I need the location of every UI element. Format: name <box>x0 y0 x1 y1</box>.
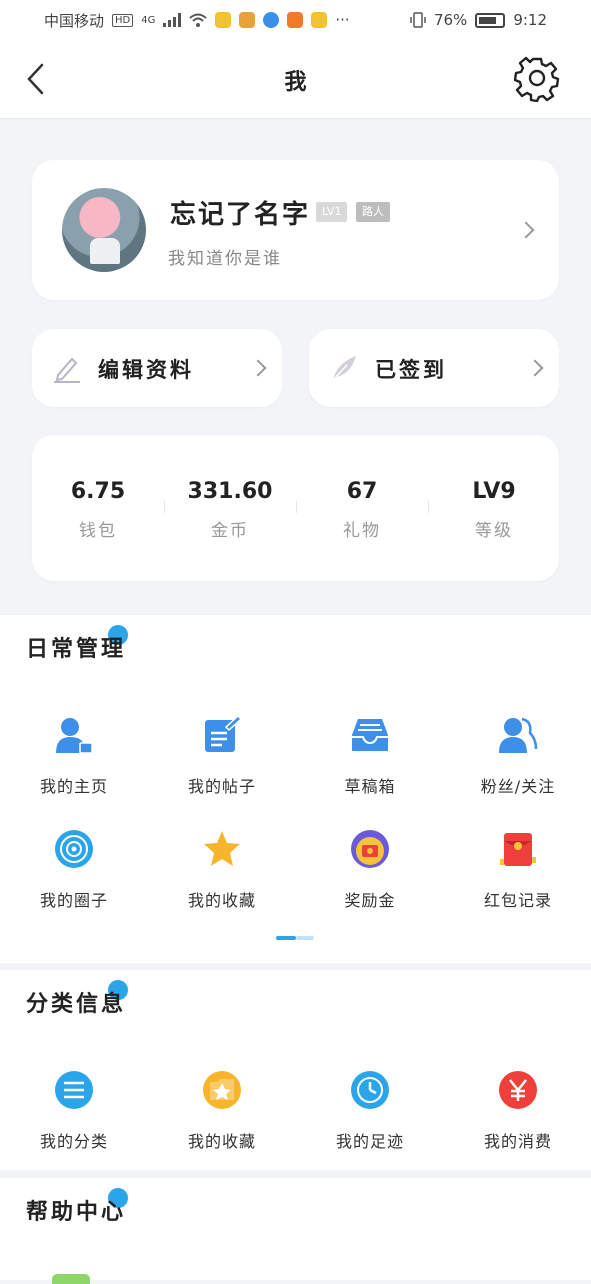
drafts-button[interactable]: 草稿箱 <box>296 715 444 797</box>
grid-label: 我的分类 <box>39 1132 108 1151</box>
wifi-icon <box>189 13 208 27</box>
yen-icon <box>499 1071 537 1109</box>
top-nav-bar: 我 <box>0 40 591 119</box>
help-center-section: 帮助中心 <box>0 1178 591 1284</box>
battery-percent: 76% <box>433 11 468 29</box>
stat-label: 钱包 <box>79 521 117 541</box>
stat-label: 金币 <box>211 521 249 541</box>
my-homepage-button[interactable]: 我的主页 <box>0 715 148 797</box>
my-spending-button[interactable]: 我的消费 <box>444 1070 591 1152</box>
grid-label: 草稿箱 <box>344 777 396 796</box>
weibo-app-icon <box>215 12 232 28</box>
star-folder-icon <box>203 1071 241 1109</box>
chevron-right-icon <box>517 221 535 239</box>
circle-target-icon <box>55 830 93 868</box>
role-tag: 路人 <box>356 202 390 222</box>
edit-profile-button[interactable]: 编辑资料 <box>32 329 282 407</box>
browser-app-icon <box>263 12 280 28</box>
grid-label: 我的圈子 <box>39 891 108 910</box>
grid-label: 我的消费 <box>483 1132 552 1151</box>
stat-value: 6.75 <box>70 479 126 504</box>
user-card-icon <box>56 718 93 754</box>
section-title: 日常管理 <box>26 637 127 662</box>
followers-button[interactable]: 粉丝/关注 <box>444 715 591 797</box>
status-bar: 中国移动 HD 4G ··· 76% 9:12 <box>0 0 591 40</box>
grid-label: 奖励金 <box>344 891 396 910</box>
feather-icon <box>332 356 356 381</box>
stat-value: LV9 <box>472 479 516 504</box>
status-left: 中国移动 HD 4G ··· <box>44 10 350 31</box>
page-title: 我 <box>284 70 307 95</box>
grid-label: 粉丝/关注 <box>480 777 556 796</box>
avatar[interactable] <box>62 188 146 272</box>
battery-icon <box>475 12 506 28</box>
stat-gifts[interactable]: 67 礼物 <box>296 479 428 541</box>
grid-label: 红包记录 <box>483 891 552 910</box>
profile-card[interactable]: 忘记了名字 LV1 路人 我知道你是谁 <box>32 160 559 300</box>
my-category-button[interactable]: 我的分类 <box>0 1070 148 1152</box>
checkin-button[interactable]: 已签到 <box>309 329 559 407</box>
signal-icon <box>163 13 182 27</box>
page-indicator <box>276 936 314 940</box>
star-icon <box>204 831 240 866</box>
reward-button[interactable]: 奖励金 <box>296 829 444 911</box>
level-tag: LV1 <box>316 202 348 222</box>
followers-icon <box>499 717 538 753</box>
grid-label: 我的帖子 <box>187 777 256 796</box>
pencil-icon <box>54 357 80 383</box>
more-notifications: ··· <box>335 11 350 29</box>
stat-value: 331.60 <box>187 479 273 504</box>
my-posts-button[interactable]: 我的帖子 <box>148 714 296 797</box>
my-favorites-button[interactable]: 我的收藏 <box>148 829 296 911</box>
stats-card: 6.75 钱包 331.60 金币 67 礼物 LV9 等级 <box>32 435 559 581</box>
checkin-label: 已签到 <box>375 358 447 382</box>
grid-label: 我的足迹 <box>335 1132 404 1151</box>
app-notification-icon <box>239 12 256 28</box>
carrier-label: 中国移动 <box>44 11 105 30</box>
red-envelope-icon <box>500 833 536 866</box>
username: 忘记了名字 <box>170 200 311 230</box>
edit-profile-label: 编辑资料 <box>98 358 194 382</box>
chevron-right-icon <box>249 359 267 377</box>
help-item-icon[interactable] <box>52 1274 90 1284</box>
list-icon <box>55 1071 93 1109</box>
category-favorites-button[interactable]: 我的收藏 <box>148 1070 296 1152</box>
stat-label: 等级 <box>475 521 513 541</box>
gear-icon[interactable] <box>514 56 560 102</box>
section-title: 分类信息 <box>26 992 127 1017</box>
stat-label: 礼物 <box>343 521 381 541</box>
video-app-icon <box>287 12 304 28</box>
stat-level[interactable]: LV9 等级 <box>428 479 560 541</box>
section-title: 帮助中心 <box>26 1200 127 1225</box>
hd-badge: HD <box>112 13 134 27</box>
reward-icon <box>351 830 389 868</box>
category-info-section: 分类信息 我的分类 我的收藏 我的足迹 我的消费 <box>0 970 591 1170</box>
my-footprints-button[interactable]: 我的足迹 <box>296 1070 444 1152</box>
stat-coins[interactable]: 331.60 金币 <box>164 479 296 541</box>
status-right: 76% 9:12 <box>410 11 547 29</box>
vibrate-icon <box>410 12 426 28</box>
red-envelope-button[interactable]: 红包记录 <box>444 829 591 911</box>
grid-label: 我的收藏 <box>187 1132 256 1151</box>
clock-icon <box>351 1071 389 1109</box>
daily-management-section: 日常管理 我的主页 我的帖子 草稿箱 粉丝/关注 我的圈子 我的收藏 奖励金 红… <box>0 615 591 963</box>
clock-time: 9:12 <box>513 11 547 29</box>
network-type: 4G <box>141 14 156 26</box>
user-bio: 我知道你是谁 <box>168 249 282 269</box>
weibo-app-icon-2 <box>311 12 328 28</box>
stat-wallet[interactable]: 6.75 钱包 <box>32 479 164 541</box>
stat-value: 67 <box>346 479 378 504</box>
grid-label: 我的收藏 <box>187 891 256 910</box>
my-circles-button[interactable]: 我的圈子 <box>0 829 148 911</box>
post-edit-icon <box>205 714 243 752</box>
grid-label: 我的主页 <box>39 777 108 796</box>
chevron-right-icon <box>526 359 544 377</box>
inbox-icon <box>352 719 388 751</box>
